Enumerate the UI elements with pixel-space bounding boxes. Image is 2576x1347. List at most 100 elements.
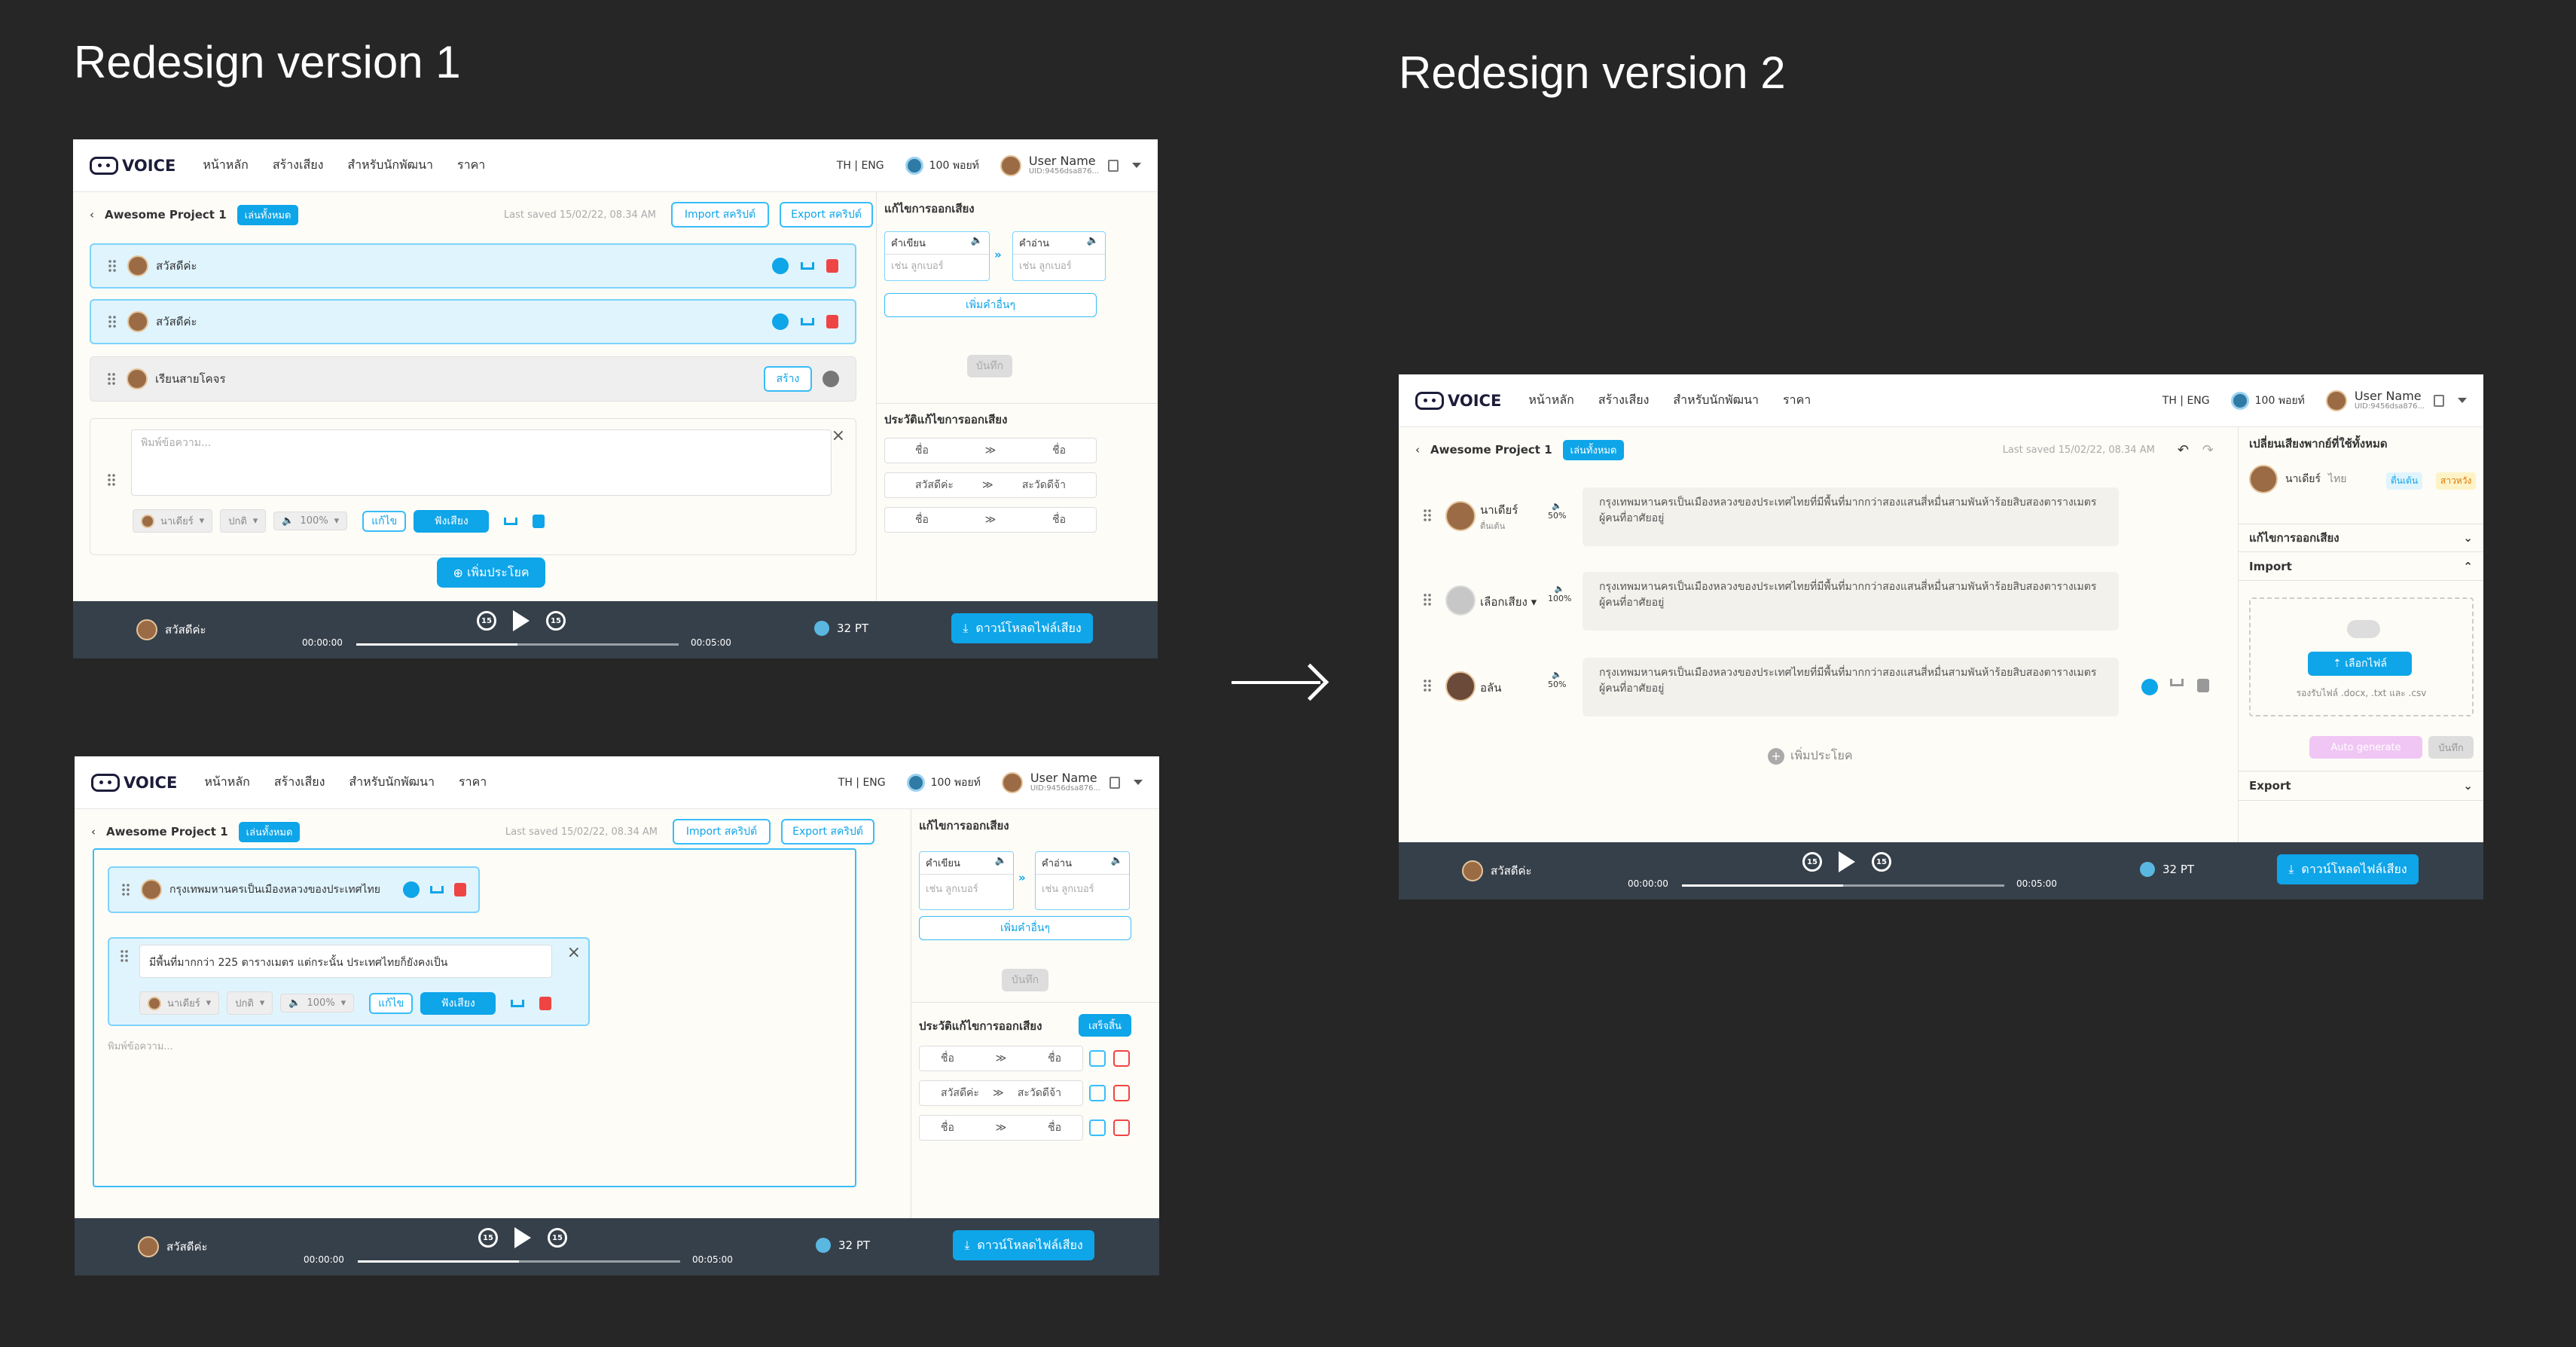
trash-icon[interactable] <box>1113 1119 1130 1136</box>
voice-select[interactable]: นาเดียร์ ตื่นเต้น <box>1480 501 1518 533</box>
done-button[interactable]: เสร็จสิ้น <box>1079 1014 1131 1037</box>
listen-button[interactable]: ฟังเสียง <box>420 991 496 1015</box>
history-item[interactable]: ชื่อ ≫ ชื่อ <box>884 507 1097 533</box>
drag-handle-icon[interactable] <box>121 883 130 896</box>
history-item[interactable]: สวัสดีค่ะ ≫ สะวัดดีจ้า <box>919 1080 1083 1106</box>
copy-icon[interactable] <box>1108 159 1119 172</box>
copy-icon[interactable] <box>2434 394 2444 407</box>
nav-pricing[interactable]: ราคา <box>457 156 485 175</box>
progress-track[interactable] <box>356 643 679 646</box>
play-icon[interactable] <box>823 371 839 387</box>
speaker-icon[interactable]: 🔈 <box>1087 235 1099 251</box>
nav-pricing[interactable]: ราคา <box>459 773 487 792</box>
volume-control[interactable]: 🔈 100% <box>1548 584 1571 603</box>
redo-icon[interactable]: ↷ <box>2202 442 2214 458</box>
text-placeholder[interactable]: พิมพ์ข้อความ... <box>108 1038 173 1054</box>
play-all-button[interactable]: เล่นทั้งหมด <box>237 204 299 225</box>
drag-handle-icon[interactable] <box>120 949 129 963</box>
play-icon[interactable] <box>514 1227 531 1248</box>
language-switch[interactable]: TH | ENG <box>837 160 884 172</box>
back-icon[interactable]: ‹ <box>1415 443 1420 457</box>
back-icon[interactable]: ‹ <box>91 825 96 838</box>
sentence-row[interactable]: เรียนสายโคจร สร้าง <box>90 356 856 402</box>
sentence-row[interactable]: สวัสดีค่ะ <box>90 299 856 344</box>
nav-create[interactable]: สร้างเสียง <box>274 773 325 792</box>
download-icon[interactable] <box>511 999 525 1007</box>
speed-select[interactable]: 🔈 100% ▾ <box>280 994 355 1013</box>
download-audio-button[interactable]: ⤓ ดาวน์โหลดไฟล์เสียง <box>2277 854 2419 884</box>
sentence-row[interactable]: กรุงเทพมหานครเป็นเมืองหลวงของประเทศไทย <box>108 866 480 913</box>
voice-select[interactable]: นาเดียร์ ▾ <box>139 991 220 1015</box>
project-name[interactable]: Awesome Project 1 <box>1430 443 1552 457</box>
play-all-button[interactable]: เล่นทั้งหมด <box>238 821 301 842</box>
logo[interactable]: VOICE <box>91 773 177 792</box>
copy-icon[interactable] <box>1109 776 1120 789</box>
drag-handle-icon[interactable] <box>1423 593 1432 606</box>
drag-handle-icon[interactable] <box>108 259 117 273</box>
nav-developer[interactable]: สำหรับนักพัฒนา <box>349 773 435 792</box>
voice-select[interactable]: เลือกเสียง ▾ <box>1480 593 1537 611</box>
back-icon[interactable]: ‹ <box>90 208 94 221</box>
style-select[interactable]: ปกติ ▾ <box>220 509 267 533</box>
drag-handle-icon[interactable] <box>108 315 117 328</box>
speed-select[interactable]: 🔈 100% ▾ <box>273 512 348 530</box>
speaker-icon[interactable]: 🔈 <box>971 235 983 251</box>
nav-create[interactable]: สร้างเสียง <box>273 156 324 175</box>
add-word-button[interactable]: เพิ่มคำอื่นๆ <box>919 916 1131 940</box>
auto-generate-button[interactable]: Auto generate <box>2309 736 2422 759</box>
nav-create[interactable]: สร้างเสียง <box>1598 391 1650 410</box>
edit-button[interactable]: แก้ไข <box>362 510 407 532</box>
speaker-icon[interactable]: 🔈 <box>1111 855 1123 871</box>
language-switch[interactable]: TH | ENG <box>838 777 886 789</box>
project-name[interactable]: Awesome Project 1 <box>106 825 228 838</box>
export-button[interactable]: Export สคริปต์ <box>780 202 873 228</box>
voice-card[interactable]: นาเดียร์ ไทย <box>2249 465 2347 493</box>
drag-handle-icon[interactable] <box>107 372 116 386</box>
user-menu[interactable]: User Name UID:9456dsa876... <box>1000 154 1141 176</box>
nav-developer[interactable]: สำหรับนักพัฒนา <box>347 156 433 175</box>
listen-button[interactable]: ฟังเสียง <box>414 509 490 533</box>
choose-file-button[interactable]: ⇡ เลือกไฟล์ <box>2308 652 2412 676</box>
nav-home[interactable]: หน้าหลัก <box>204 773 250 792</box>
download-icon[interactable] <box>801 318 814 325</box>
trash-icon[interactable] <box>826 259 838 273</box>
pronunciation-section[interactable]: แก้ไขการออกเสียง ⌄ <box>2239 524 2483 552</box>
trash-icon[interactable] <box>1113 1050 1130 1067</box>
trash-icon[interactable] <box>826 315 838 328</box>
download-audio-button[interactable]: ⤓ ดาวน์โหลดไฟล์เสียง <box>951 613 1093 643</box>
speaker-icon[interactable]: 🔈 <box>995 855 1007 871</box>
trash-icon[interactable] <box>454 883 466 896</box>
edit-icon[interactable] <box>1089 1085 1106 1101</box>
edit-icon[interactable] <box>1089 1050 1106 1067</box>
close-icon[interactable]: × <box>567 943 581 962</box>
forward-icon[interactable]: 15 <box>1872 852 1891 872</box>
user-menu[interactable]: User Name UID:9456dsa876... <box>1001 771 1143 793</box>
style-select[interactable]: ปกติ ▾ <box>227 991 273 1015</box>
project-name[interactable]: Awesome Project 1 <box>105 208 227 221</box>
history-item[interactable]: ชื่อ ≫ ชื่อ <box>919 1115 1083 1141</box>
drag-handle-icon[interactable] <box>107 473 116 487</box>
save-button[interactable]: บันทึก <box>967 355 1012 377</box>
edit-icon[interactable] <box>1089 1119 1106 1136</box>
play-icon[interactable] <box>403 881 420 898</box>
drag-handle-icon[interactable] <box>1423 679 1432 692</box>
sentence-row[interactable]: สวัสดีค่ะ <box>90 243 856 289</box>
rewind-icon[interactable]: 15 <box>1802 852 1822 872</box>
line-text[interactable]: กรุงเทพมหานครเป็นเมืองหลวงของประเทศไทยที… <box>1583 658 2119 716</box>
history-item[interactable]: ชื่อ ≫ ชื่อ <box>919 1046 1083 1071</box>
drag-handle-icon[interactable] <box>1423 509 1432 522</box>
add-sentence-button[interactable]: ⊕ เพิ่มประโยค <box>437 557 545 588</box>
save-button[interactable]: บันทึก <box>1002 969 1048 991</box>
forward-icon[interactable]: 15 <box>546 611 566 631</box>
add-word-button[interactable]: เพิ่มคำอื่นๆ <box>884 293 1097 317</box>
forward-icon[interactable]: 15 <box>548 1228 567 1248</box>
trash-icon[interactable] <box>2197 679 2209 692</box>
download-icon[interactable] <box>504 517 518 525</box>
read-field[interactable]: คำอ่าน 🔈 เช่น ลูกเบอร์ <box>1035 851 1130 910</box>
rewind-icon[interactable]: 15 <box>477 611 496 631</box>
download-icon[interactable] <box>430 886 444 893</box>
volume-control[interactable]: 🔈 50% <box>1548 501 1566 521</box>
logo[interactable]: VOICE <box>1415 391 1501 410</box>
voice-select[interactable]: นาเดียร์ ▾ <box>133 509 213 533</box>
trash-icon[interactable] <box>1113 1085 1130 1101</box>
